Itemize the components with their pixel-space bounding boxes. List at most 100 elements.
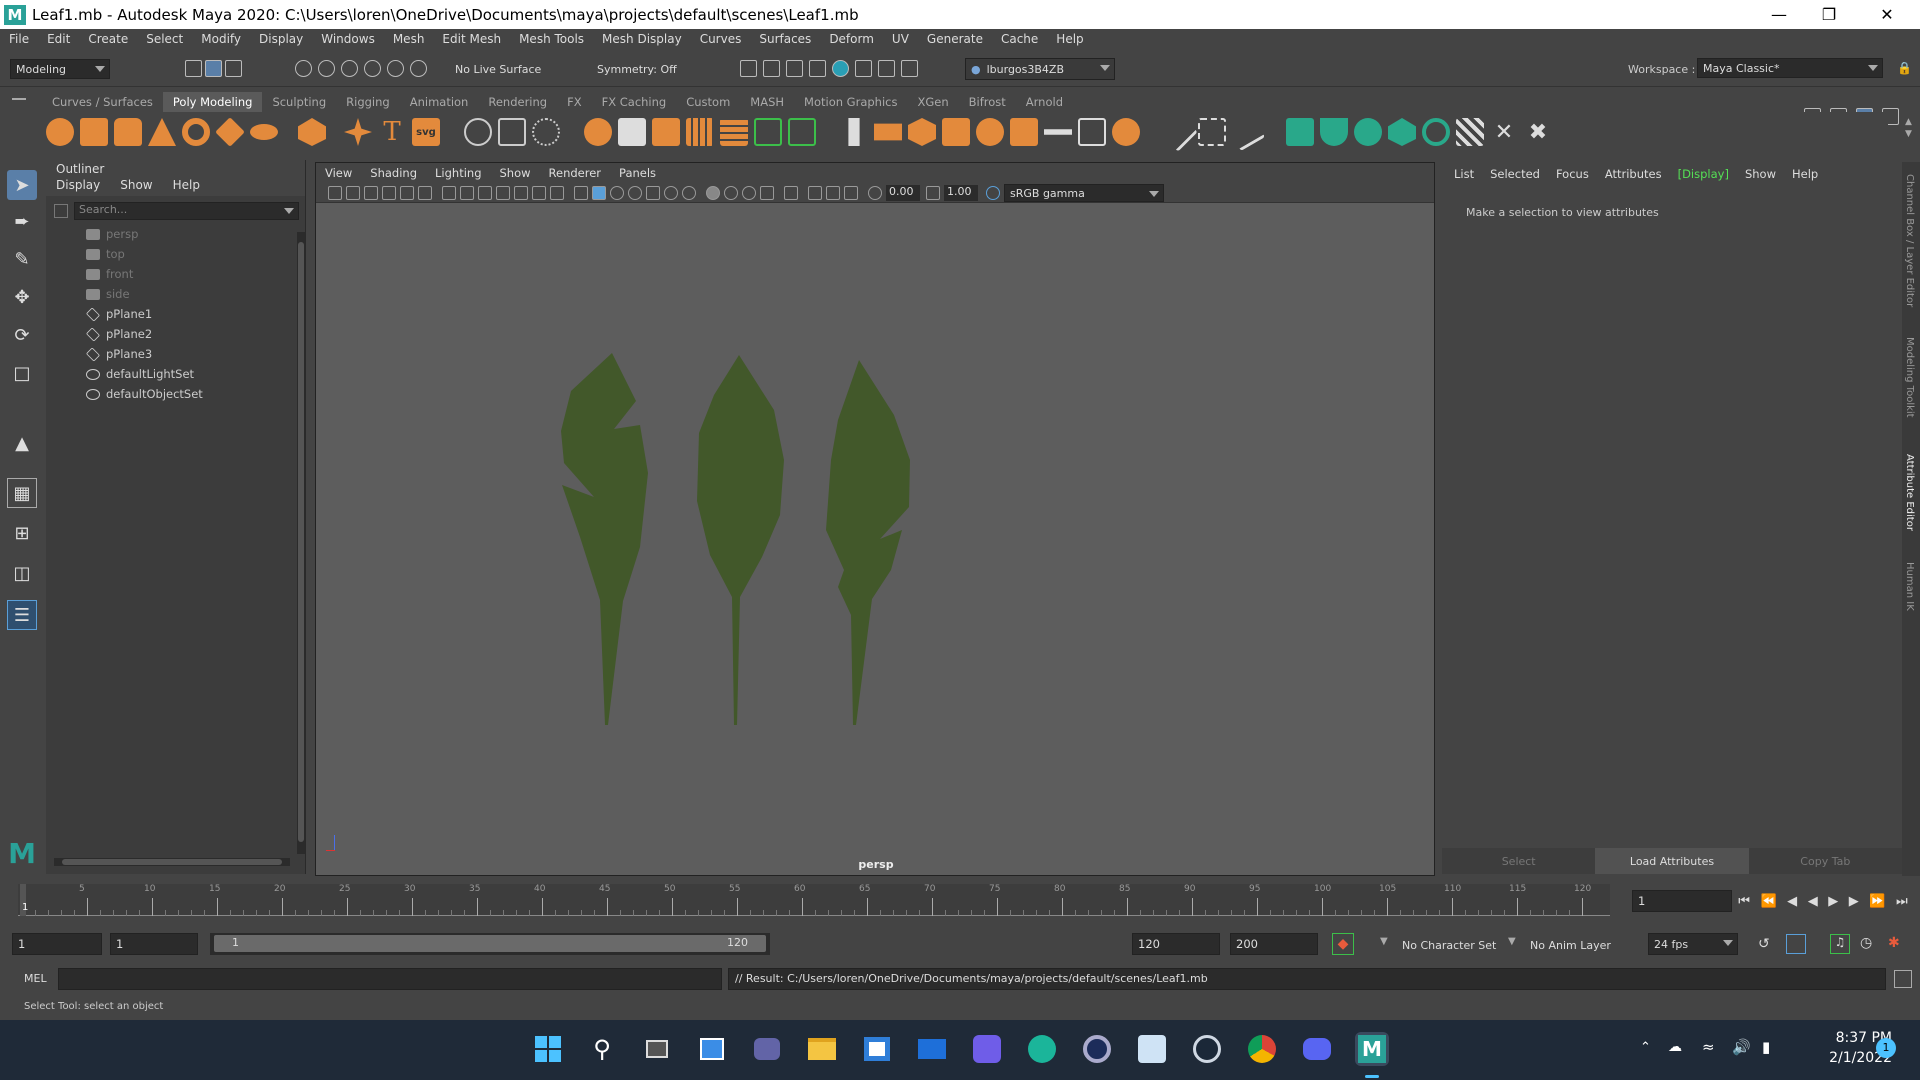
menu-mesh-display[interactable]: Mesh Display [593, 32, 691, 46]
shelf-tab-curves-surfaces[interactable]: Curves / Surfaces [42, 92, 163, 112]
two-pane-layout-icon[interactable]: ◫ [7, 558, 37, 588]
menu-help[interactable]: Help [1047, 32, 1092, 46]
mash-world-icon[interactable] [498, 118, 526, 146]
poly-cylinder-icon[interactable] [114, 118, 142, 146]
anim-layer-arrow-icon[interactable]: ▼ [1508, 936, 1516, 947]
uv-checker-icon[interactable] [1456, 118, 1484, 146]
leaf-pplane3[interactable] [826, 360, 910, 725]
attr-menu-display[interactable]: [Display] [1670, 167, 1737, 181]
lasso-tool-icon[interactable]: ➨ [7, 206, 37, 236]
mirror-icon[interactable] [754, 118, 782, 146]
viewport-menu-lighting[interactable]: Lighting [426, 166, 490, 180]
menu-generate[interactable]: Generate [918, 32, 992, 46]
smooth-shade-icon[interactable] [592, 186, 606, 200]
play-back-icon[interactable]: ◀ [1808, 894, 1818, 909]
poly-cube-icon[interactable] [80, 118, 108, 146]
shelf-tab-fx[interactable]: FX [557, 92, 592, 112]
four-view-layout-icon[interactable]: ⊞ [7, 518, 37, 548]
outliner-item[interactable]: pPlane3 [46, 344, 305, 364]
steam-icon[interactable] [1190, 1032, 1224, 1066]
cache-playback-icon[interactable] [1786, 934, 1806, 954]
view-transform-dropdown[interactable]: sRGB gamma [1004, 184, 1164, 202]
viewport-menu-panels[interactable]: Panels [610, 166, 665, 180]
symmetry-dropdown[interactable]: Symmetry: Off [592, 59, 692, 79]
outliner-vertical-scrollbar[interactable] [297, 232, 305, 854]
cinema4d-icon[interactable] [1080, 1032, 1114, 1066]
lock-icon[interactable]: 🔒 [1897, 61, 1912, 75]
side-tab-attribute-editor[interactable]: Attribute Editor [1904, 454, 1915, 531]
fill-hole-icon[interactable] [976, 118, 1004, 146]
shelf-tab-custom[interactable]: Custom [676, 92, 740, 112]
merge-icon[interactable] [1010, 118, 1038, 146]
collapse-icon[interactable] [1044, 129, 1072, 135]
isolate-select-icon[interactable] [784, 186, 798, 200]
shelf-tab-sculpting[interactable]: Sculpting [262, 92, 336, 112]
live-surface-field[interactable]: No Live Surface [450, 59, 558, 79]
mash-repro-icon[interactable] [532, 118, 560, 146]
select-object-icon[interactable] [205, 60, 222, 77]
onedrive-icon[interactable]: ☁ [1668, 1039, 1682, 1055]
viewport-scene[interactable] [316, 205, 1434, 855]
mirror-cut-icon[interactable] [788, 118, 816, 146]
menu-mesh[interactable]: Mesh [384, 32, 434, 46]
leaf-pplane1[interactable] [561, 353, 648, 725]
shelf-scroll-icon[interactable]: ▲ ▼ [1905, 116, 1912, 140]
outliner-layout-icon[interactable]: ☰ [7, 600, 37, 630]
attr-menu-show[interactable]: Show [1737, 167, 1784, 181]
task-view-icon[interactable] [640, 1032, 674, 1066]
edge-icon[interactable] [1025, 1032, 1059, 1066]
ipr-render-icon[interactable] [786, 60, 803, 77]
two-d-pan-icon[interactable] [400, 186, 414, 200]
attr-menu-help[interactable]: Help [1784, 167, 1826, 181]
default-material-icon[interactable] [610, 186, 624, 200]
outliner-item[interactable]: defaultLightSet [46, 364, 305, 384]
viewport-menu-renderer[interactable]: Renderer [540, 166, 611, 180]
use-all-lights-icon[interactable] [664, 186, 678, 200]
snap-view-icon[interactable] [364, 60, 381, 77]
extrude-icon[interactable] [848, 118, 860, 146]
inkscape-icon[interactable] [1135, 1032, 1169, 1066]
poly-plane-icon[interactable] [215, 117, 245, 147]
playback-prefs-icon[interactable]: ◷ [1860, 935, 1872, 951]
bevel-icon[interactable] [908, 118, 936, 146]
scale-tool-icon[interactable]: □ [7, 358, 37, 388]
exposure-field[interactable]: 0.00 [886, 185, 920, 201]
single-perspective-layout-icon[interactable]: ▦ [7, 478, 37, 508]
copy-tab-button[interactable]: Copy Tab [1749, 848, 1902, 874]
bookmark-icon[interactable] [364, 186, 378, 200]
anim-prefs-icon[interactable]: ✱ [1888, 935, 1900, 951]
viewport-menu-show[interactable]: Show [491, 166, 540, 180]
character-set-label[interactable]: No Character Set [1402, 939, 1496, 952]
menuset-dropdown[interactable]: Modeling [10, 59, 110, 79]
uv-automatic-icon[interactable] [1388, 118, 1416, 146]
motion-blur-icon[interactable] [724, 186, 738, 200]
outliner-item[interactable]: front [46, 264, 305, 284]
poke-icon[interactable] [1078, 118, 1106, 146]
step-back-frame-icon[interactable]: ◀ [1787, 894, 1797, 909]
image-plane-icon[interactable] [382, 186, 396, 200]
render-settings-icon[interactable] [809, 60, 826, 77]
append-polygon-icon[interactable] [942, 118, 970, 146]
attr-menu-focus[interactable]: Focus [1548, 167, 1597, 181]
mel-input[interactable] [58, 968, 722, 990]
menu-deform[interactable]: Deform [820, 32, 883, 46]
camera-select-icon[interactable] [328, 186, 342, 200]
gate-mask-icon[interactable] [496, 186, 510, 200]
mail-icon[interactable] [915, 1032, 949, 1066]
pause-viewport-icon[interactable] [901, 60, 918, 77]
multi-cut-icon[interactable] [1158, 112, 1198, 152]
range-bar[interactable]: 1 120 [210, 933, 770, 955]
combine-icon[interactable] [584, 118, 612, 146]
menu-windows[interactable]: Windows [312, 32, 384, 46]
step-forward-frame-icon[interactable]: ▶ [1849, 894, 1859, 909]
render-setup-icon[interactable] [855, 60, 872, 77]
poly-sphere-icon[interactable] [46, 118, 74, 146]
shelf-tab-rendering[interactable]: Rendering [478, 92, 557, 112]
xray-icon[interactable] [808, 186, 822, 200]
menu-cache[interactable]: Cache [992, 32, 1047, 46]
shelf-tab-animation[interactable]: Animation [400, 92, 479, 112]
resolution-gate-icon[interactable] [478, 186, 492, 200]
shelf-tab-poly-modeling[interactable]: Poly Modeling [162, 92, 263, 112]
menu-uv[interactable]: UV [883, 32, 918, 46]
side-tab-modeling-toolkit[interactable]: Modeling Toolkit [1904, 337, 1915, 418]
